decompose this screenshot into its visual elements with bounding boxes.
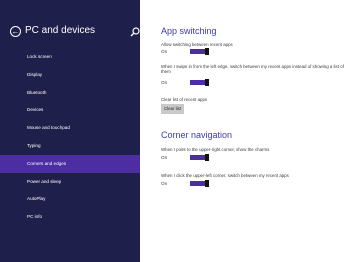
clear-list-label: Clear list of recent apps	[161, 97, 208, 102]
upper-left-corner-label: When I click the upper-left corner, swit…	[161, 173, 289, 178]
back-arrow-icon[interactable]: ←	[10, 26, 21, 37]
toggle-knob[interactable]	[205, 154, 209, 161]
sidebar: ← PC and devices Lock screen Display Blu…	[0, 0, 140, 262]
toggle-state: On	[161, 80, 168, 85]
main-panel: App switching Allow switching between re…	[161, 0, 357, 262]
sidebar-item-lock-screen[interactable]: Lock screen	[0, 48, 140, 66]
allow-switching-label: Allow switching between recent apps	[161, 42, 233, 47]
swipe-left-edge-toggle[interactable]: On	[161, 79, 221, 86]
upper-left-corner-toggle[interactable]: On	[161, 180, 221, 187]
show-charms-toggle[interactable]: On	[161, 154, 221, 161]
sidebar-item-pc-info[interactable]: PC info	[0, 208, 140, 226]
toggle-knob[interactable]	[205, 48, 209, 55]
sidebar-item-corners-and-edges[interactable]: Corners and edges	[0, 154, 140, 173]
sidebar-item-display[interactable]: Display	[0, 66, 140, 84]
search-icon[interactable]	[129, 26, 141, 38]
allow-switching-toggle[interactable]: On	[161, 48, 221, 55]
toggle-knob[interactable]	[205, 180, 209, 187]
toggle-state: On	[161, 49, 168, 54]
toggle-state: On	[161, 155, 168, 160]
sidebar-item-typing[interactable]: Typing	[0, 137, 140, 155]
sidebar-header: ← PC and devices	[10, 25, 140, 40]
corner-navigation-heading: Corner navigation	[161, 130, 233, 140]
sidebar-item-bluetooth[interactable]: Bluetooth	[0, 84, 140, 102]
sidebar-item-power-and-sleep[interactable]: Power and sleep	[0, 173, 140, 191]
sidebar-nav: Lock screen Display Bluetooth Devices Mo…	[0, 48, 140, 226]
clear-list-button[interactable]: Clear list	[161, 104, 184, 114]
sidebar-item-mouse-and-touchpad[interactable]: Mouse and touchpad	[0, 119, 140, 137]
toggle-knob[interactable]	[205, 79, 209, 86]
app-switching-heading: App switching	[161, 26, 217, 36]
show-charms-label: When I point to the upper-right corner, …	[161, 147, 270, 152]
sidebar-item-autoplay[interactable]: AutoPlay	[0, 190, 140, 208]
sidebar-item-devices[interactable]: Devices	[0, 101, 140, 119]
toggle-state: On	[161, 181, 168, 186]
swipe-left-edge-label: When I swipe in from the left edge, swit…	[161, 64, 344, 75]
sidebar-title: PC and devices	[25, 25, 96, 36]
